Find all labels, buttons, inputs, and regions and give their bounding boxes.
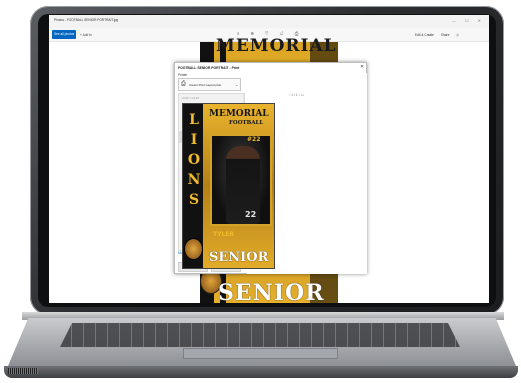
- side-letter: I: [190, 132, 198, 148]
- dialog-title: FOOTBALL SENIOR PORTRAIT - Print: [178, 66, 240, 70]
- window-controls[interactable]: — ☐ ✕: [452, 18, 485, 23]
- player-name: TYLER: [213, 231, 234, 238]
- laptop-front-edge: [4, 366, 518, 378]
- jersey-number: #22: [247, 136, 261, 143]
- player-photo: 22: [210, 134, 272, 226]
- paper-dims: 10.00" x 12.00": [182, 97, 200, 100]
- side-letter: S: [188, 192, 200, 208]
- side-letter: N: [187, 172, 201, 188]
- close-icon[interactable]: ✕: [360, 64, 364, 70]
- share-button[interactable]: Share: [441, 33, 450, 37]
- keyboard: [60, 323, 460, 347]
- sport-name: FOOTBALL: [229, 120, 264, 126]
- side-letter: L: [189, 112, 199, 128]
- trackpad: [183, 348, 338, 359]
- chevron-down-icon: ⌄: [235, 82, 239, 87]
- shirt-number: 22: [245, 210, 257, 219]
- poster-bottom-text: SENIOR: [218, 280, 325, 303]
- edit-create-button[interactable]: Edit & Create: [415, 33, 434, 37]
- lion-logo-icon: [184, 238, 203, 260]
- preview-poster: L I O N S MEMORIAL FOOTBALL 22 #22 TYLER…: [182, 103, 275, 269]
- poster-top-text: MEMORIAL: [216, 36, 337, 56]
- senior-label: SENIOR: [209, 250, 269, 265]
- see-all-photos-button[interactable]: See all photos: [52, 30, 76, 39]
- title-bar: Photos - FOOTBALL SENIOR PORTRAIT.jpg — …: [49, 15, 489, 28]
- next-page-icon[interactable]: ›: [299, 93, 300, 97]
- window-title: Photos - FOOTBALL SENIOR PORTRAIT.jpg: [54, 18, 119, 22]
- printer-name: Canon Print Layout plus: [189, 83, 222, 87]
- vent-grille: [8, 368, 38, 374]
- side-letter: O: [187, 152, 201, 168]
- screen: Photos - FOOTBALL SENIOR PORTRAIT.jpg — …: [49, 15, 489, 303]
- right-commands: Edit & Create Share ⎙: [415, 31, 465, 39]
- page-count: 1 / 1: [291, 93, 298, 97]
- printer-label: Printer: [178, 73, 188, 77]
- side-letters: L I O N S: [187, 110, 201, 210]
- prev-page-icon[interactable]: ‹: [289, 93, 290, 97]
- print-icon[interactable]: ⎙: [456, 33, 459, 37]
- add-to-button[interactable]: + Add to: [80, 31, 92, 39]
- printer-icon: ⎙: [181, 81, 186, 87]
- page-indicator: ‹ 1 / 1 › ▭: [289, 93, 304, 97]
- school-name: MEMORIAL: [209, 109, 269, 119]
- fit-icon[interactable]: ▭: [301, 93, 304, 97]
- printer-select[interactable]: ⎙ Canon Print Layout plus ⌄: [178, 78, 241, 91]
